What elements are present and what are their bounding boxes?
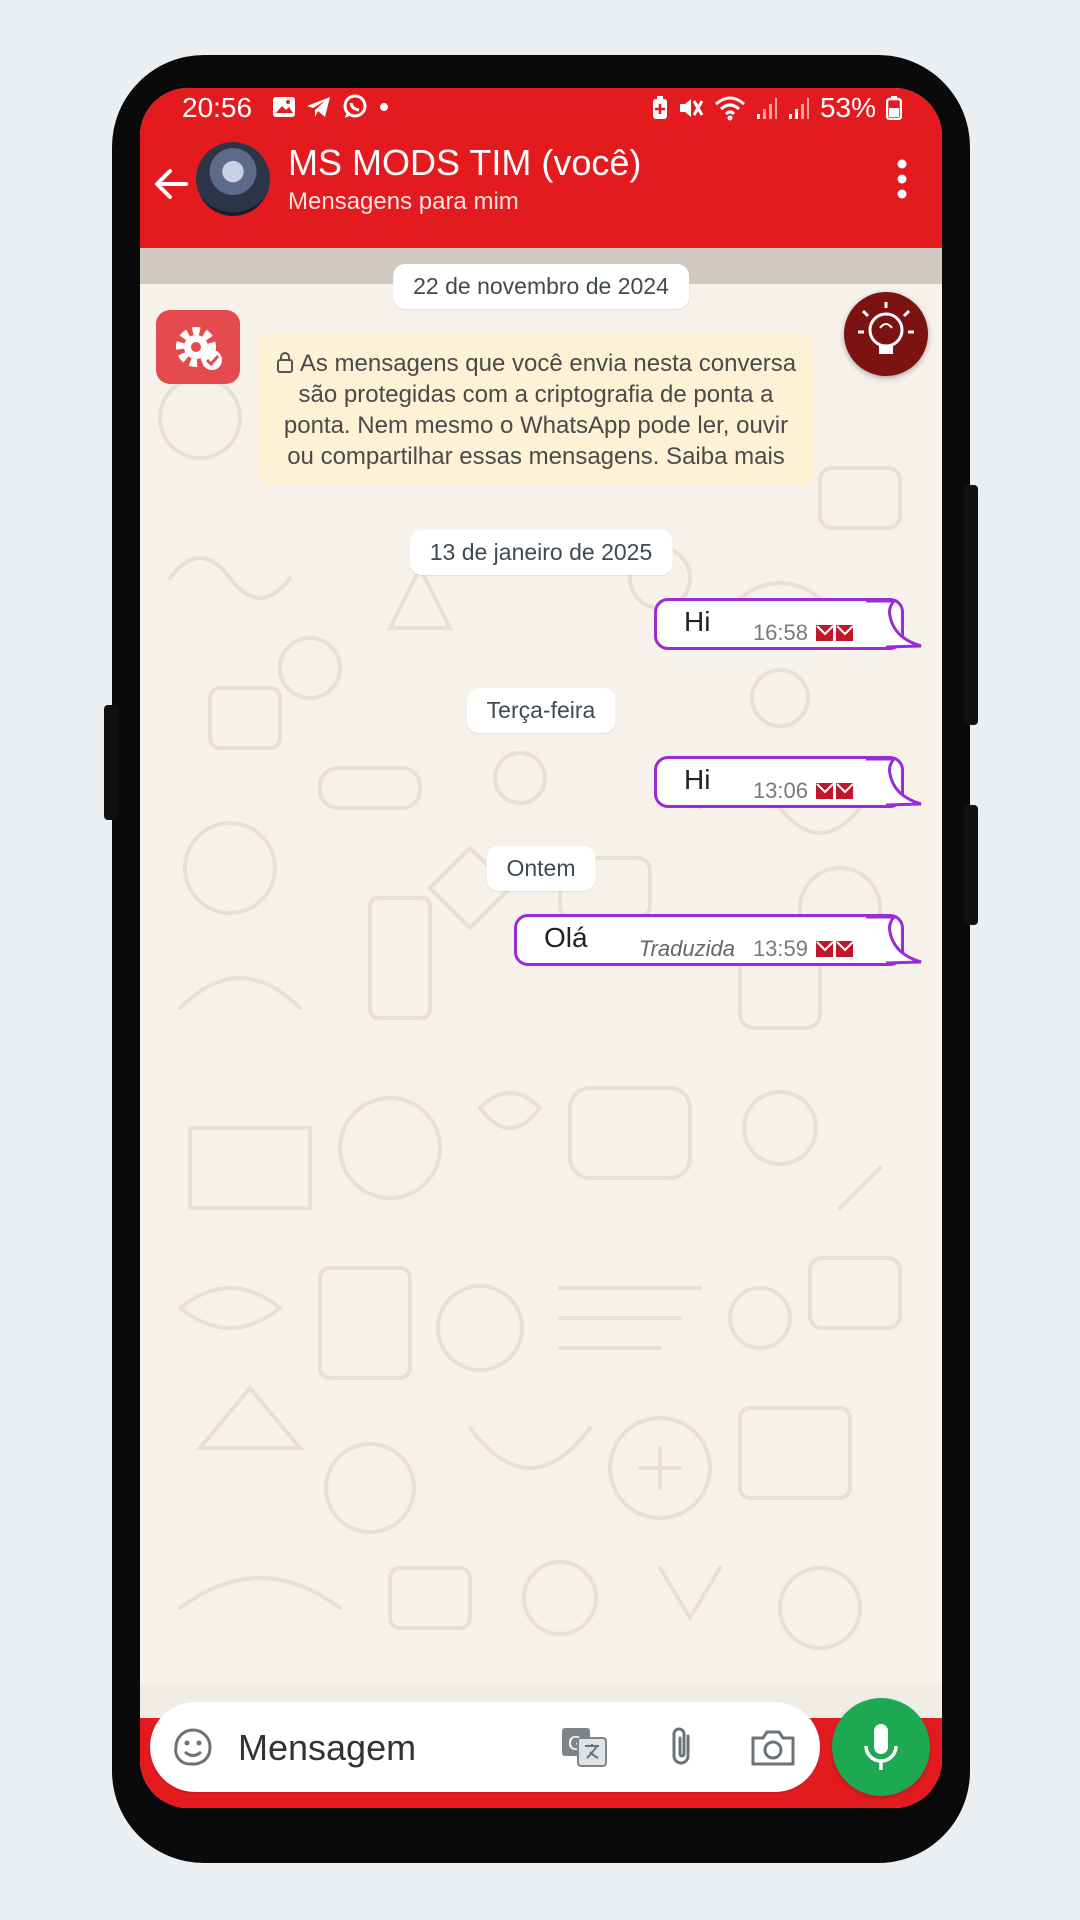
notification-icons xyxy=(272,94,390,120)
microphone-icon xyxy=(864,1724,898,1770)
screen: 20:56 53% MS MODS TIM (você) Mensagens p… xyxy=(140,88,942,1808)
message-bubble[interactable]: Hi 13:06 xyxy=(654,756,924,808)
date-separator: 22 de novembro de 2024 xyxy=(393,264,689,309)
message-time: 16:58 xyxy=(752,620,808,645)
mic-button[interactable] xyxy=(832,1698,930,1796)
message-time: 13:59 xyxy=(752,936,808,961)
message-bubble[interactable]: Hi 16:58 xyxy=(654,598,924,650)
date-separator: 13 de janeiro de 2025 xyxy=(409,530,673,575)
chat-title[interactable]: MS MODS TIM (você) xyxy=(288,142,641,184)
chat-header: MS MODS TIM (você) Mensagens para mim xyxy=(140,132,942,248)
image-icon xyxy=(273,97,295,117)
more-options-icon[interactable] xyxy=(892,156,912,202)
side-button-lower xyxy=(964,805,978,925)
avatar[interactable] xyxy=(196,142,270,216)
system-icons: 53% xyxy=(652,92,902,124)
read-receipt-icon xyxy=(816,625,854,641)
translate-icon[interactable]: G xyxy=(560,1724,608,1770)
battery-saver-icon xyxy=(652,96,667,119)
bubble-tail xyxy=(866,599,922,649)
read-receipt-icon xyxy=(816,941,854,957)
translated-label: Traduzida xyxy=(638,936,735,961)
back-arrow-icon[interactable] xyxy=(150,162,194,206)
gear-icon xyxy=(176,327,222,370)
bubble-tail xyxy=(866,915,922,965)
wifi-icon xyxy=(714,96,745,121)
ai-assistant-button[interactable] xyxy=(844,292,928,376)
bubble-tail xyxy=(866,757,922,807)
camera-icon[interactable] xyxy=(750,1726,796,1768)
battery-icon xyxy=(886,96,902,120)
lock-icon xyxy=(276,352,293,373)
signal-icon xyxy=(788,98,809,119)
message-text: Hi xyxy=(684,606,711,637)
sticker-icon[interactable] xyxy=(170,1724,216,1770)
attachment-icon[interactable] xyxy=(662,1724,702,1770)
chat-subtitle: Mensagens para mim xyxy=(288,188,519,215)
message-text: Hi xyxy=(684,764,711,795)
mute-icon xyxy=(679,99,704,117)
status-bar: 20:56 53% xyxy=(140,88,942,132)
message-meta: Traduzida 13:59 xyxy=(639,936,854,962)
message-time: 13:06 xyxy=(752,778,808,803)
signal-icon xyxy=(756,98,777,119)
telegram-icon xyxy=(307,97,330,117)
message-meta: 13:06 xyxy=(753,778,854,804)
status-time: 20:56 xyxy=(182,92,253,123)
chat-area[interactable]: 22 de novembro de 2024 As mensagens que … xyxy=(140,248,942,1708)
message-composer: G xyxy=(150,1702,820,1792)
message-bubble[interactable]: Olá Traduzida 13:59 xyxy=(514,914,924,966)
message-meta: 16:58 xyxy=(753,620,854,646)
date-separator: Ontem xyxy=(486,846,596,891)
message-text: Olá xyxy=(544,922,588,953)
whatsapp-icon xyxy=(343,94,367,118)
battery-percent: 53% xyxy=(819,92,876,123)
message-input[interactable] xyxy=(236,1720,540,1776)
lightbulb-icon xyxy=(858,302,914,354)
encryption-text: As mensagens que você envia nesta conver… xyxy=(283,350,797,470)
read-receipt-icon xyxy=(816,783,854,799)
encryption-notice[interactable]: As mensagens que você envia nesta conver… xyxy=(258,334,814,486)
side-button-upper xyxy=(964,485,978,725)
volume-button xyxy=(104,705,118,820)
date-separator: Terça-feira xyxy=(466,688,616,733)
settings-shortcut[interactable] xyxy=(156,310,240,384)
dot-icon xyxy=(380,103,388,111)
